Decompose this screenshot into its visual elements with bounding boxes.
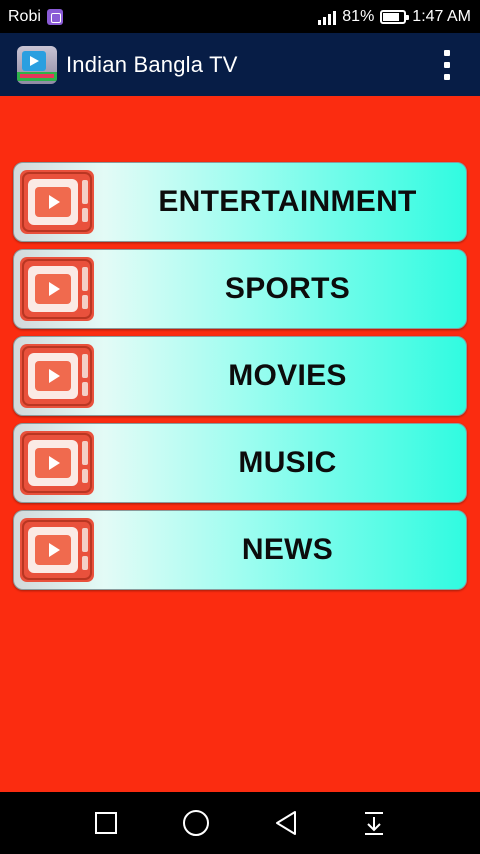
status-bar: Robi 81% 1:47 AM	[0, 0, 480, 33]
battery-fill	[383, 12, 400, 21]
signal-icon	[318, 9, 337, 25]
tv-play-icon	[20, 257, 94, 321]
notification-pull-icon[interactable]	[362, 809, 386, 837]
tv-play-icon	[20, 518, 94, 582]
status-right: 81% 1:47 AM	[318, 8, 480, 26]
app-bar: Indian Bangla TV	[0, 33, 480, 96]
carrier-name: Robi	[8, 7, 41, 25]
category-button-movies[interactable]: MOVIES	[13, 336, 467, 416]
category-button-entertainment[interactable]: ENTERTAINMENT	[13, 162, 467, 242]
back-triangle-icon[interactable]	[274, 809, 298, 837]
category-label: ENTERTAINMENT	[158, 185, 417, 218]
status-left: Robi	[0, 8, 63, 26]
tv-play-icon	[20, 344, 94, 408]
recents-square-icon[interactable]	[94, 809, 118, 837]
tv-logo-icon	[17, 45, 57, 84]
navigation-bar	[0, 792, 480, 854]
category-label: SPORTS	[224, 272, 351, 305]
category-button-music[interactable]: MUSIC	[13, 423, 467, 503]
battery-percent: 81%	[342, 7, 375, 25]
overflow-menu-icon[interactable]	[442, 49, 452, 80]
category-button-sports[interactable]: SPORTS	[13, 249, 467, 329]
home-circle-icon[interactable]	[182, 809, 210, 837]
clock: 1:47 AM	[412, 7, 471, 25]
sim-icon	[46, 8, 63, 25]
tv-play-icon	[20, 170, 94, 234]
category-list: ENTERTAINMENT SPORTS MOVIES MUSIC NEWS	[13, 162, 467, 597]
category-label: MOVIES	[228, 359, 347, 392]
battery-icon	[380, 9, 410, 24]
category-button-news[interactable]: NEWS	[13, 510, 467, 590]
category-label: NEWS	[241, 533, 334, 566]
app-title: Indian Bangla TV	[66, 51, 238, 77]
category-label: MUSIC	[238, 446, 337, 479]
tv-play-icon	[20, 431, 94, 495]
